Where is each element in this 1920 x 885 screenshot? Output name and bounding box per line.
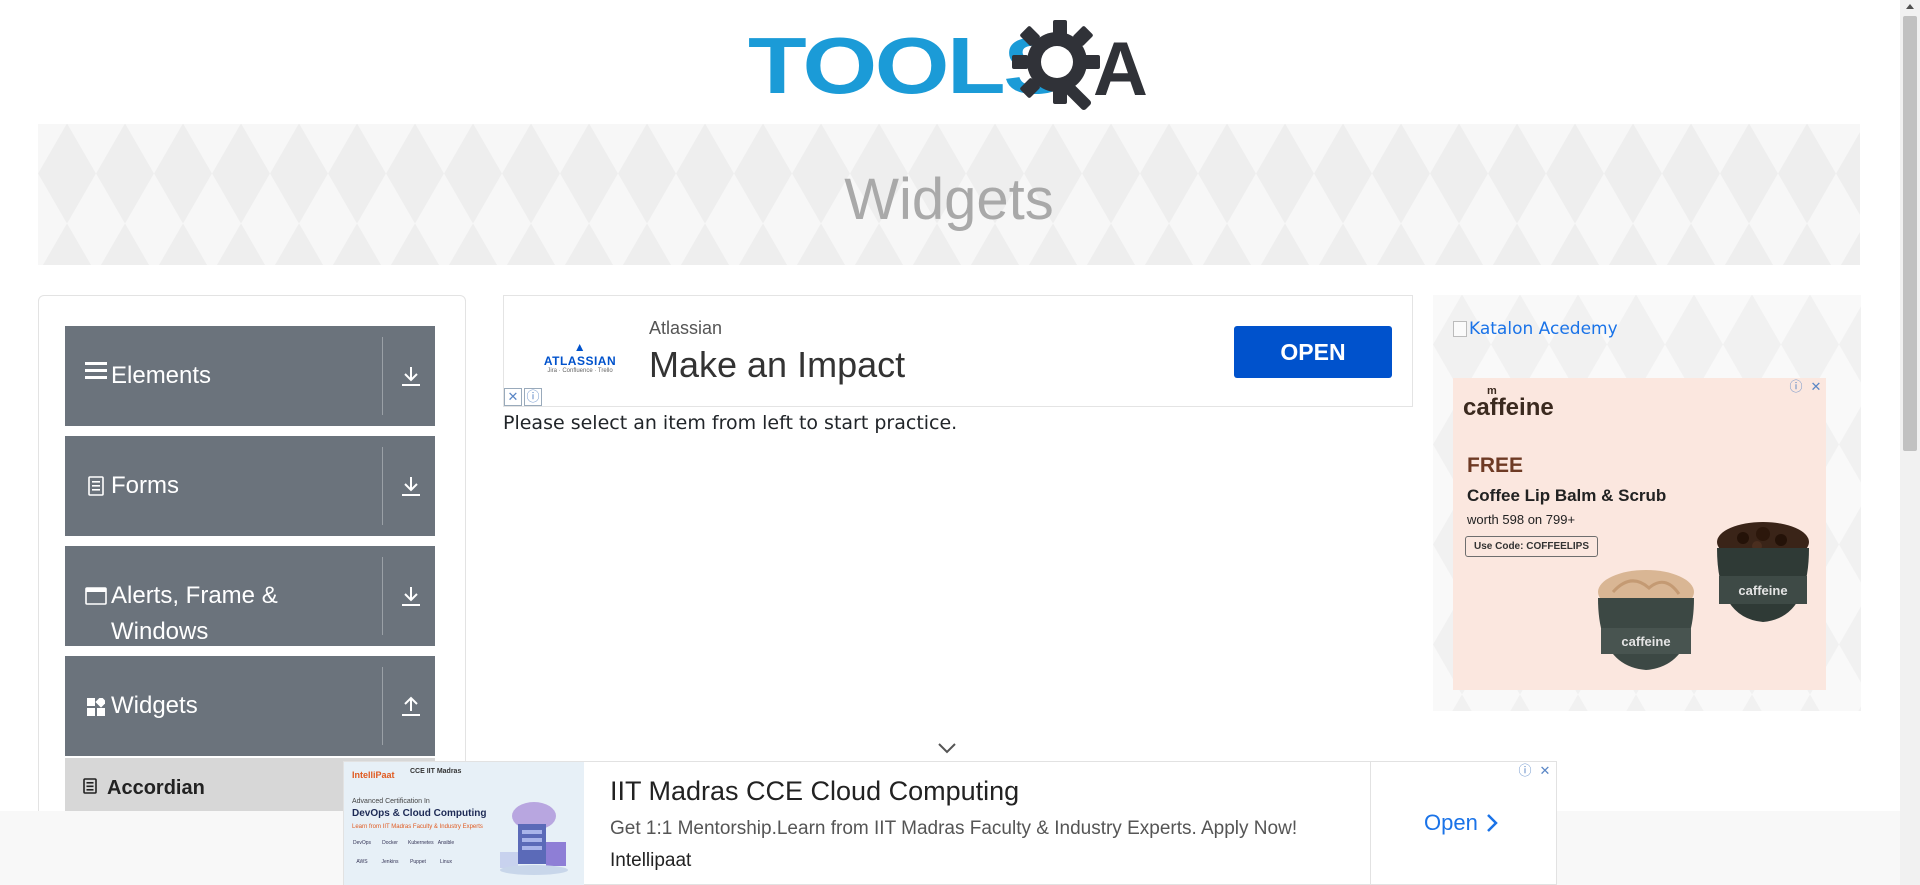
ad-advertiser: Intellipaat [610, 850, 692, 871]
tool-logo: Ansible [437, 840, 455, 846]
ad-worth: worth 598 on 799+ [1467, 512, 1576, 527]
ad-choices: ✕ ⓘ [504, 388, 542, 406]
right-ad: Katalon Acedemy m caffeine FREE Coffee Li… [1433, 295, 1861, 711]
page-banner: Widgets [38, 124, 1860, 265]
ad-advertiser: Atlassian [649, 318, 723, 338]
hamburger-icon [85, 360, 107, 380]
sidebar-group-elements[interactable]: Elements [65, 326, 435, 426]
download-arrow-icon[interactable] [399, 468, 423, 504]
lip-balm-jar-image: caffeine [1598, 570, 1694, 670]
scroll-up-arrow-icon[interactable] [1906, 4, 1914, 9]
katalon-ad-link[interactable]: Katalon Acedemy [1453, 319, 1618, 339]
dark-scrub-jar-image: caffeine [1717, 522, 1809, 622]
intellipaat-ad[interactable]: IntelliPaat CCE IIT Madras Advanced Cert… [343, 761, 1557, 885]
chevron-down-icon[interactable] [936, 741, 958, 755]
tool-logo: Kubernetes [408, 840, 434, 846]
ad-close-icon[interactable]: ✕ [504, 388, 522, 406]
ad-close-icon[interactable]: ✕ [1807, 378, 1825, 396]
intellipaat-ad-image: IntelliPaat CCE IIT Madras Advanced Cert… [344, 762, 584, 885]
widgets-grid-icon [85, 698, 107, 716]
chevron-right-icon [1486, 814, 1498, 832]
tool-logos: DevOps Docker Kubernetes Ansible AWS Jen… [352, 840, 462, 875]
ad-free-label: FREE [1467, 454, 1524, 477]
svg-text:caffeine: caffeine [1738, 583, 1787, 598]
sidebar-group-label: Widgets [111, 692, 198, 719]
intellipaat-logo: IntelliPaat [352, 770, 395, 780]
ad-close-icon[interactable]: ✕ [1536, 762, 1554, 780]
tool-logo: Jenkins [381, 859, 399, 865]
list-doc-icon [83, 778, 97, 798]
ad-open-button[interactable]: OPEN [1234, 326, 1392, 378]
window-icon [85, 587, 107, 605]
tool-logo: DevOps [352, 840, 372, 846]
thumb-line-2: DevOps & Cloud Computing [352, 808, 487, 819]
sidebar-item-label: Accordian [107, 776, 205, 799]
atlassian-mark-icon: ▲ [573, 340, 587, 354]
tool-logo: Linux [440, 859, 452, 865]
vertical-scrollbar[interactable] [1900, 0, 1920, 885]
sidebar-group-label: Forms [111, 472, 179, 499]
katalon-alt-text: Katalon Acedemy [1469, 319, 1618, 339]
ad-info-icon[interactable]: ⓘ [1516, 762, 1534, 780]
tool-logo: Docker [382, 840, 398, 846]
ad-title: IIT Madras CCE Cloud Computing [610, 776, 1020, 806]
ad-description: Get 1:1 Mentorship.Learn from IIT Madras… [610, 818, 1298, 839]
page-title: Widgets [844, 167, 1054, 232]
ad-open-label: Open [1424, 810, 1478, 835]
download-arrow-icon[interactable] [399, 578, 423, 614]
sidebar-group-widgets[interactable]: Widgets [65, 656, 435, 756]
download-arrow-icon[interactable] [399, 358, 423, 394]
iit-madras-logo: CCE IIT Madras [410, 768, 462, 775]
scrollbar-thumb[interactable] [1903, 16, 1917, 451]
cloud-server-illustration [500, 802, 568, 875]
thumb-line-1: Advanced Certification In [352, 798, 430, 805]
practice-prompt: Please select an item from left to start… [503, 412, 958, 434]
ad-choices: ⓘ ✕ [1516, 762, 1554, 780]
ad-choices: ⓘ ✕ [1787, 378, 1825, 396]
atlassian-logo: ▲ ATLASSIAN Jira · Confluence · Trello [540, 340, 620, 374]
atlassian-brand: ▲ ATLASSIAN [543, 340, 617, 368]
svg-text:caffeine: caffeine [1621, 634, 1670, 649]
broken-image-icon [1453, 321, 1467, 337]
tool-logo: AWS [356, 859, 368, 865]
divider [1370, 762, 1371, 885]
ad-coupon-code: Use Code: COFFEELIPS [1465, 536, 1599, 557]
tool-logo: Puppet [410, 859, 426, 865]
sidebar-group-label: Elements [111, 362, 212, 389]
logo-suffix: A [1093, 27, 1148, 112]
mcaffeine-ad[interactable]: m caffeine FREE Coffee Lip Balm & Scrub w… [1453, 378, 1826, 690]
ad-open-link[interactable]: Open [1424, 810, 1498, 836]
atlassian-ad[interactable]: ▲ ATLASSIAN Jira · Confluence · Trello A… [503, 295, 1413, 407]
divider [382, 667, 383, 745]
page: TOOLS A Widgets Elements Forms Alerts, F… [0, 0, 1920, 885]
mcaffeine-brand: m caffeine [1463, 385, 1554, 421]
sidebar-group-forms[interactable]: Forms [65, 436, 435, 536]
ad-product: Coffee Lip Balm & Scrub [1467, 486, 1667, 505]
form-document-icon [85, 476, 107, 496]
divider [382, 447, 383, 525]
divider [382, 557, 383, 635]
divider [382, 337, 383, 415]
upload-arrow-icon[interactable] [399, 688, 423, 724]
ad-info-icon[interactable]: ⓘ [524, 388, 542, 406]
sidebar-group-alerts[interactable]: Alerts, Frame & Windows [65, 546, 435, 646]
atlassian-tagline: Jira · Confluence · Trello [547, 368, 613, 374]
ad-headline: Make an Impact [649, 344, 906, 385]
thumb-line-3: Learn from IIT Madras Faculty & Industry… [352, 824, 483, 830]
ad-info-icon[interactable]: ⓘ [1787, 378, 1805, 396]
sidebar-group-label: Alerts, Frame & Windows [111, 582, 278, 645]
toolsqa-logo[interactable]: TOOLS A [748, 18, 1154, 114]
